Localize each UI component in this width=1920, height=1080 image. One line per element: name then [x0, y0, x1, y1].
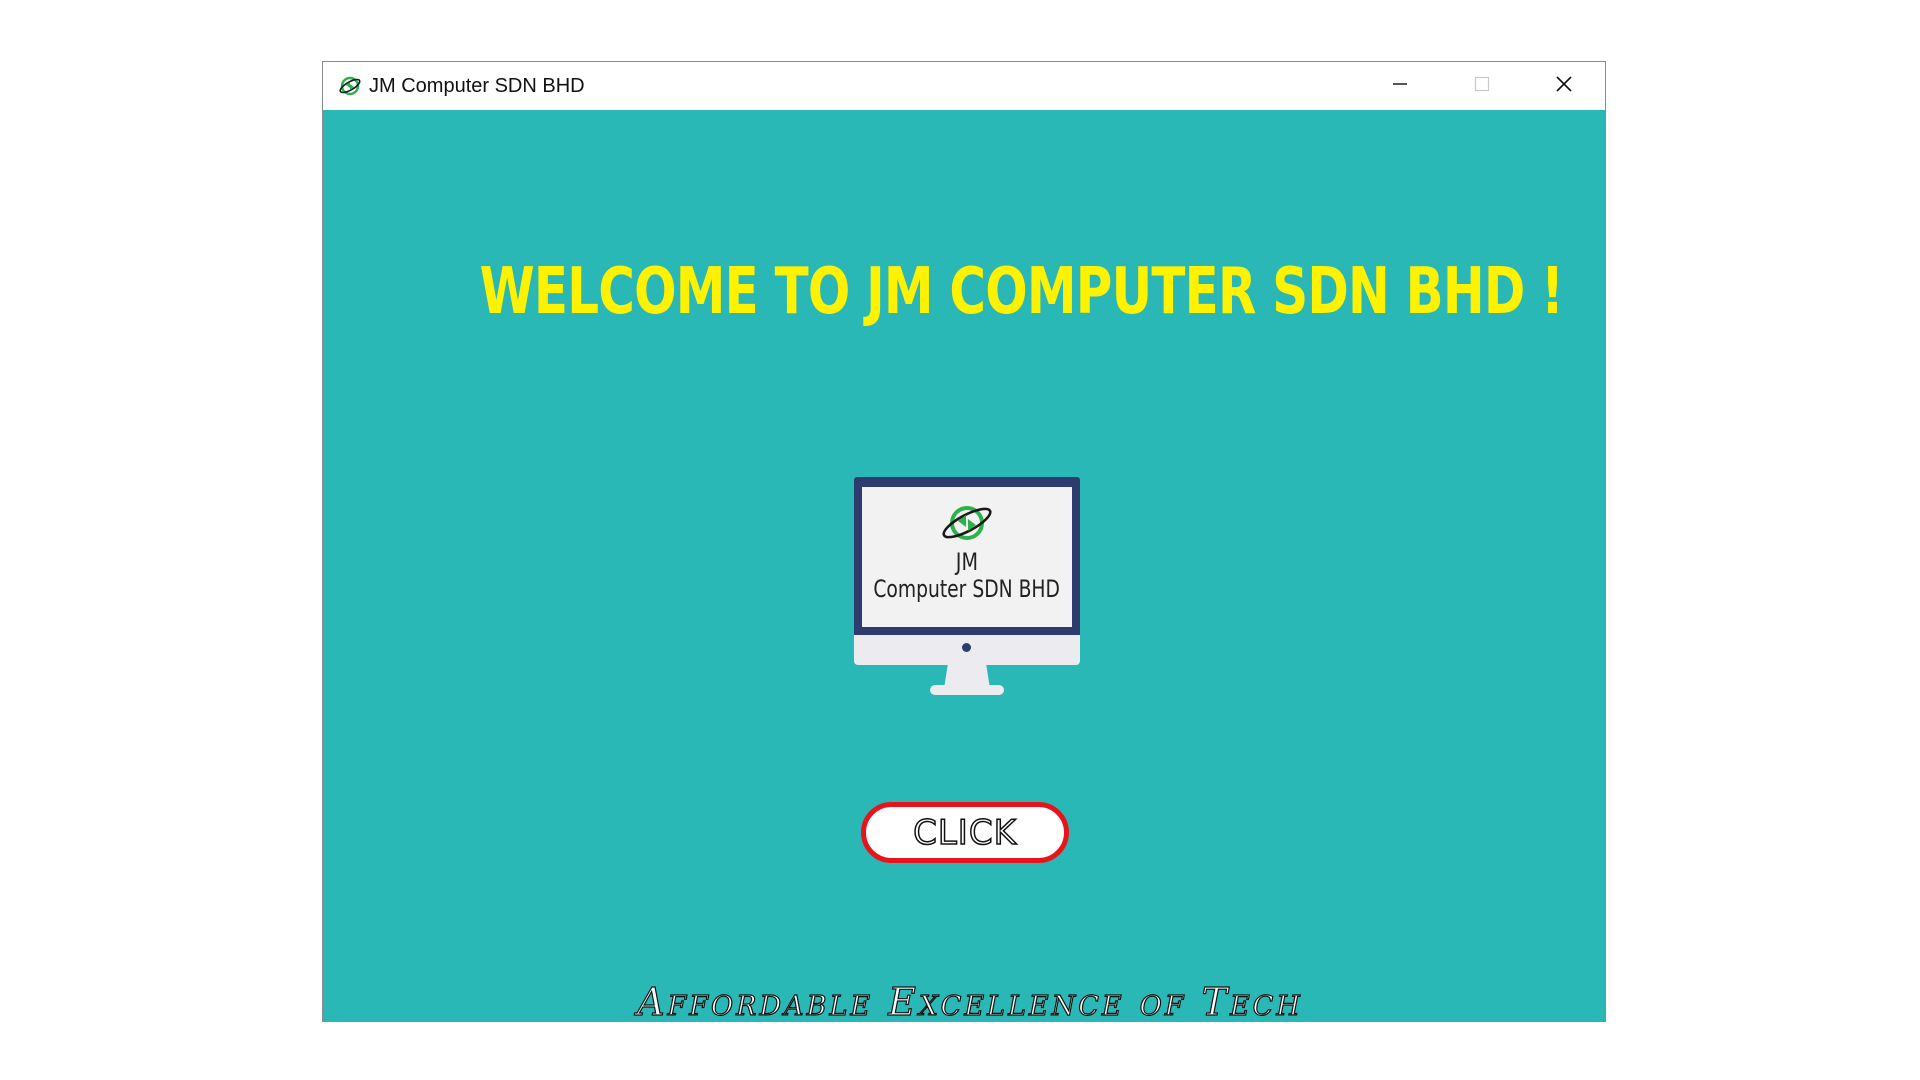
monitor-dot	[962, 643, 971, 652]
minimize-button[interactable]	[1359, 62, 1441, 110]
app-window: JM Computer SDN BHD WELCOME TO JM COMPUT…	[322, 61, 1606, 1022]
monitor-chin	[854, 635, 1080, 665]
tagline: Affordable Excellence of Tech	[636, 979, 1303, 1022]
monitor-illustration: JM Computer SDN BHD	[854, 477, 1080, 701]
minimize-icon	[1392, 76, 1408, 97]
monitor-stand-base	[930, 685, 1004, 695]
window-title: JM Computer SDN BHD	[369, 74, 585, 97]
monitor-frame: JM Computer SDN BHD	[854, 477, 1080, 635]
close-button[interactable]	[1523, 62, 1605, 110]
close-icon	[1555, 75, 1573, 98]
monitor-text-line2: Computer SDN BHD	[873, 575, 1061, 603]
globe-refresh-icon	[939, 501, 995, 545]
window-controls	[1359, 62, 1605, 110]
click-button[interactable]: CLICK	[861, 802, 1069, 863]
globe-refresh-icon	[337, 73, 363, 99]
title-bar[interactable]: JM Computer SDN BHD	[323, 62, 1605, 110]
monitor-text-line1: JM	[955, 548, 979, 576]
maximize-icon	[1474, 76, 1490, 97]
monitor-screen: JM Computer SDN BHD	[862, 487, 1072, 627]
welcome-heading: WELCOME TO JM COMPUTER SDN BHD !	[479, 255, 1564, 329]
click-button-label: CLICK	[912, 812, 1017, 854]
main-content: WELCOME TO JM COMPUTER SDN BHD ! JM Comp…	[323, 110, 1605, 1021]
maximize-button[interactable]	[1441, 62, 1523, 110]
